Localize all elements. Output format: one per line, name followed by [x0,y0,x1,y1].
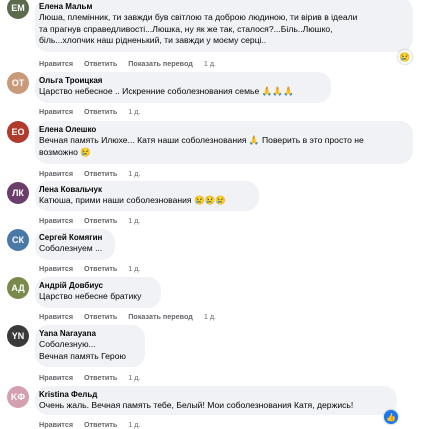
comment-actions: Нравится Ответить Показать перевод 1 д. [39,59,225,68]
commenter-name[interactable]: Лена Ковальчук [39,185,251,195]
avatar[interactable]: ОТ [7,72,29,94]
comment-text: Царство небесне братику [39,291,142,301]
avatar[interactable]: ЕО [7,121,29,143]
comment-text: Соболезную... Вечная память Герою [39,339,126,361]
comment-bubble: Елена Мальм Люша, племінник, ти завжди б… [35,0,413,52]
avatar[interactable]: СК [7,229,29,251]
comment-actions: Нравится Ответить 1 д. [39,373,149,382]
like-link[interactable]: Нравится [39,169,73,178]
comment-bubble: Елена Олешко Вечная память Илюхе... Катя… [35,121,413,164]
commenter-name[interactable]: Ольга Троицкая [39,76,323,86]
comment-text: Царство небесное .. Искренние соболезнов… [39,86,294,96]
comment-time[interactable]: 1 д. [128,169,140,178]
like-link[interactable]: Нравится [39,59,73,68]
comment-time[interactable]: 1 д. [128,107,140,116]
comment-actions: Нравится Ответить 1 д. [39,216,149,225]
comment-actions: Нравится Ответить 1 д. [39,169,149,178]
comment-text: Катюша, прими наши соболезнования 😢😢😢 [39,195,227,205]
reply-link[interactable]: Ответить [84,59,117,68]
comment-bubble: Ольга Троицкая Царство небесное .. Искре… [35,72,331,103]
commenter-name[interactable]: Kristina Фельд [39,390,389,400]
comment-time[interactable]: 1 д. [204,59,216,68]
like-link[interactable]: Нравится [39,216,73,225]
comment-actions: Нравится Ответить 1 д. [39,264,149,273]
reply-link[interactable]: Ответить [84,107,117,116]
reply-link[interactable]: Ответить [84,373,117,382]
avatar[interactable]: KФ [7,386,29,408]
comment-bubble: Kristina Фельд Очень жаль. Вечная память… [35,386,397,415]
comment-bubble: Сергей Комягин Соболезнуем ... [35,229,115,260]
sad-reaction-icon[interactable]: 😢 [398,50,412,64]
comment-text: Люша, племінник, ти завжди був світлою т… [39,12,358,45]
commenter-name[interactable]: Елена Олешко [39,125,405,135]
comment-time[interactable]: 1 д. [204,312,216,321]
reply-link[interactable]: Ответить [84,169,117,178]
comment-bubble: Лена Ковальчук Катюша, прими наши соболе… [35,181,259,211]
avatar[interactable]: ЛК [7,182,29,204]
like-link[interactable]: Нравится [39,264,73,273]
avatar[interactable]: YN [7,325,29,347]
like-link[interactable]: Нравится [39,373,73,382]
avatar[interactable]: АД [7,277,29,299]
reply-link[interactable]: Ответить [84,216,117,225]
commenter-name[interactable]: Сергей Комягин [39,233,107,243]
comment-time[interactable]: 1 д. [128,264,140,273]
comment-bubble: Yana Narayana Соболезную... Вечная памят… [35,325,145,367]
like-link[interactable]: Нравится [39,107,73,116]
like-reaction-icon[interactable]: 👍 [384,410,398,424]
comment-time[interactable]: 1 д. [128,373,140,382]
comment-time[interactable]: 1 д. [128,216,140,225]
comment-text: Вечная память Илюхе... Катя наши соболез… [39,135,364,157]
translate-link[interactable]: Показать перевод [128,312,193,321]
comment-actions: Нравится Ответить Показать перевод 1 д. [39,312,225,321]
commenter-name[interactable]: Yana Narayana [39,329,137,339]
commenter-name[interactable]: Андрій Довбиус [39,281,153,291]
like-link[interactable]: Нравится [39,312,73,321]
comment-bubble: Андрій Довбиус Царство небесне братику [35,277,161,308]
comment-actions: Нравится Ответить 1 д. [39,107,149,116]
translate-link[interactable]: Показать перевод [128,59,193,68]
reply-link[interactable]: Ответить [84,264,117,273]
commenter-name[interactable]: Елена Мальм [39,2,405,12]
avatar[interactable]: ЕМ [7,0,29,19]
comment-text: Соболезнуем ... [39,243,103,253]
reply-link[interactable]: Ответить [84,312,117,321]
comment-text: Очень жаль. Вечная память тебе, Белый! М… [39,400,354,410]
